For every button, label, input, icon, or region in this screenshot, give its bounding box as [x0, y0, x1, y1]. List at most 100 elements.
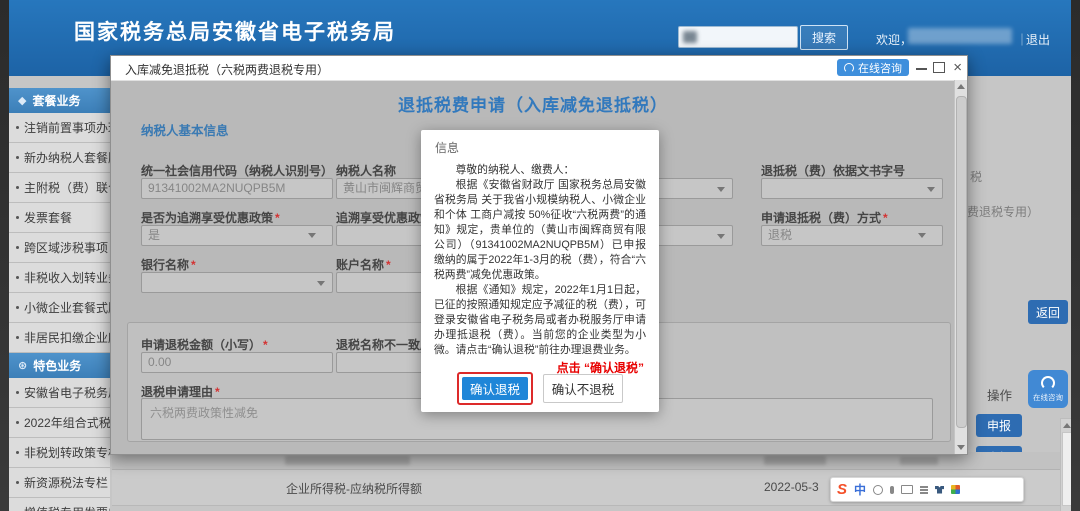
- maximize-icon[interactable]: [933, 62, 945, 73]
- search-button[interactable]: 搜索: [800, 25, 848, 50]
- ime-keyboard-icon[interactable]: [901, 485, 913, 494]
- sidebar-item[interactable]: 发票套餐: [9, 203, 110, 233]
- sidebar-item[interactable]: 2022年组合式税: [9, 408, 110, 438]
- bullet-icon: [16, 481, 19, 484]
- sidebar-item[interactable]: 主附税（费）联合: [9, 173, 110, 203]
- screen: 国家税务总局安徽省电子税务局 搜索 欢迎， ｜ 退出 ◆ 套餐业务 注销前置事项…: [0, 0, 1080, 511]
- retro-policy-label: 追溯享受优惠政策: [336, 209, 432, 226]
- sidebar-item-label: 非税收入划转业务: [24, 269, 110, 286]
- bullet-icon: [16, 276, 19, 279]
- sidebar-item[interactable]: 新办纳税人套餐服务: [9, 143, 110, 173]
- modal-title: 入库减免退抵税（六税两费退税专用）: [125, 61, 329, 78]
- sogou-logo-icon[interactable]: S: [837, 481, 847, 498]
- scroll-down-icon[interactable]: [957, 445, 965, 450]
- blurred-row-text: [285, 456, 410, 465]
- decline-refund-button[interactable]: 确认不退税: [543, 374, 623, 403]
- dialog-buttons: 确认退税 确认不退税: [421, 372, 659, 405]
- ime-mic-icon[interactable]: [890, 486, 894, 494]
- confirm-refund-button[interactable]: 确认退税: [462, 377, 528, 400]
- online-consult-float-button[interactable]: 在线咨询: [1028, 370, 1068, 408]
- account-label: 账户名称*: [336, 256, 391, 273]
- sidebar-section: ◆ 套餐业务 注销前置事项办理新办纳税人套餐服务主附税（费）联合发票套餐跨区域涉…: [9, 88, 110, 353]
- retro-dropdown[interactable]: 是: [141, 225, 333, 246]
- sidebar-section-header[interactable]: ⊛ 特色业务: [9, 353, 110, 378]
- sidebar-item[interactable]: 增值税专用发票电子化专栏: [9, 498, 110, 511]
- sidebar: ◆ 套餐业务 注销前置事项办理新办纳税人套餐服务主附税（费）联合发票套餐跨区域涉…: [9, 88, 110, 511]
- dialog-title: 信息: [435, 139, 459, 156]
- scroll-up-icon[interactable]: [957, 84, 965, 89]
- logout-link[interactable]: 退出: [1026, 31, 1050, 48]
- sidebar-item[interactable]: 跨区域涉税事项: [9, 233, 110, 263]
- sidebar-section: ⊛ 特色业务 安徽省电子税务局 2022年组合式税非税划转政策专栏新资源税法专栏增…: [9, 353, 110, 511]
- sidebar-item[interactable]: 非居民扣缴企业所: [9, 323, 110, 353]
- ime-toolbar[interactable]: S 中: [830, 477, 1024, 502]
- sidebar-item-label: 非税划转政策专栏: [24, 444, 110, 461]
- section-title: 套餐业务: [32, 92, 80, 109]
- headset-icon: [844, 63, 854, 73]
- bullet-icon: [16, 216, 19, 219]
- sidebar-item[interactable]: 新资源税法专栏: [9, 468, 110, 498]
- retro-label: 是否为追溯享受优惠政策*: [141, 209, 280, 226]
- sidebar-section-header[interactable]: ◆ 套餐业务: [9, 88, 110, 113]
- scroll-up-icon[interactable]: [1063, 423, 1071, 428]
- username-redacted: [908, 28, 1012, 44]
- modal-scrollbar[interactable]: [954, 80, 967, 454]
- sidebar-item[interactable]: 安徽省电子税务局: [9, 378, 110, 408]
- site-title: 国家税务总局安徽省电子税务局: [74, 16, 396, 46]
- sidebar-item-label: 新办纳税人套餐服务: [24, 149, 110, 166]
- blurred-row-value: [900, 457, 938, 465]
- ime-toolbox-icon[interactable]: [951, 485, 960, 494]
- info-dialog: 信息 尊敬的纳税人、缴费人： 根据《安徽省财政厅 国家税务总局安徽省税务局 关于…: [421, 130, 659, 412]
- tax-item-date: 2022-05-3: [764, 480, 819, 494]
- sidebar-item-label: 2022年组合式税: [24, 414, 110, 431]
- mismatch-label: 退税名称不一致原: [336, 336, 432, 353]
- ime-chinese-mode-icon[interactable]: 中: [854, 481, 866, 498]
- online-consult-button[interactable]: 在线咨询: [837, 59, 909, 76]
- minimize-icon[interactable]: [916, 68, 927, 70]
- ime-skin-icon[interactable]: [935, 486, 944, 494]
- bullet-icon: [16, 126, 19, 129]
- online-consult-label: 在线咨询: [858, 60, 902, 76]
- bank-label: 银行名称*: [141, 256, 196, 273]
- sidebar-item[interactable]: 小微企业套餐式服: [9, 293, 110, 323]
- declare-button[interactable]: 申报: [976, 414, 1022, 437]
- search-input[interactable]: [678, 26, 798, 48]
- sidebar-item-label: 小微企业套餐式服: [24, 299, 110, 316]
- sidebar-item[interactable]: 注销前置事项办理: [9, 113, 110, 143]
- sidebar-item-label: 新资源税法专栏: [24, 474, 108, 491]
- scrollbar-thumb[interactable]: [956, 96, 967, 428]
- sidebar-item[interactable]: 非税划转政策专栏: [9, 438, 110, 468]
- doc-number-label: 退抵税（费）依据文书字号: [761, 162, 905, 179]
- amount-input[interactable]: 0.00: [141, 352, 333, 373]
- blurred-row-date: [764, 456, 826, 465]
- section-icon: ◆: [18, 94, 26, 107]
- bg-text-fragment-tax: 税: [970, 168, 982, 185]
- sidebar-item-label: 非居民扣缴企业所: [24, 329, 110, 346]
- doc-number-dropdown[interactable]: [761, 178, 943, 199]
- welcome-label: 欢迎，: [876, 31, 912, 48]
- tax-item-label: 企业所得税-应纳税所得额: [286, 480, 422, 497]
- red-highlight-box: 确认退税: [457, 372, 533, 405]
- credit-code-input[interactable]: 91341002MA2NUQPB5M: [141, 178, 333, 199]
- chevron-down-icon: [308, 233, 316, 238]
- ime-emoji-icon[interactable]: [873, 485, 883, 495]
- sidebar-item-label: 主附税（费）联合: [24, 179, 110, 196]
- sidebar-item-label: 注销前置事项办理: [24, 119, 110, 136]
- close-icon[interactable]: ×: [953, 59, 962, 76]
- bullet-icon: [16, 391, 19, 394]
- chevron-down-icon: [317, 281, 325, 286]
- ime-more-icon[interactable]: [920, 489, 928, 491]
- taxpayer-info-section-title: 纳税人基本信息: [141, 120, 229, 139]
- amount-label: 申请退税金额（小写）*: [141, 336, 268, 353]
- bullet-icon: [16, 186, 19, 189]
- operation-column-header: 操作: [987, 385, 1012, 404]
- chevron-down-icon: [918, 233, 926, 238]
- method-label: 申请退抵税（费）方式*: [761, 209, 888, 226]
- sidebar-item-label: 发票套餐: [24, 209, 72, 226]
- headset-icon: [1041, 376, 1055, 390]
- bullet-icon: [16, 306, 19, 309]
- back-button[interactable]: 返回: [1028, 300, 1068, 324]
- sidebar-item[interactable]: 非税收入划转业务: [9, 263, 110, 293]
- bank-dropdown[interactable]: [141, 272, 333, 293]
- method-dropdown[interactable]: 退税: [761, 225, 943, 246]
